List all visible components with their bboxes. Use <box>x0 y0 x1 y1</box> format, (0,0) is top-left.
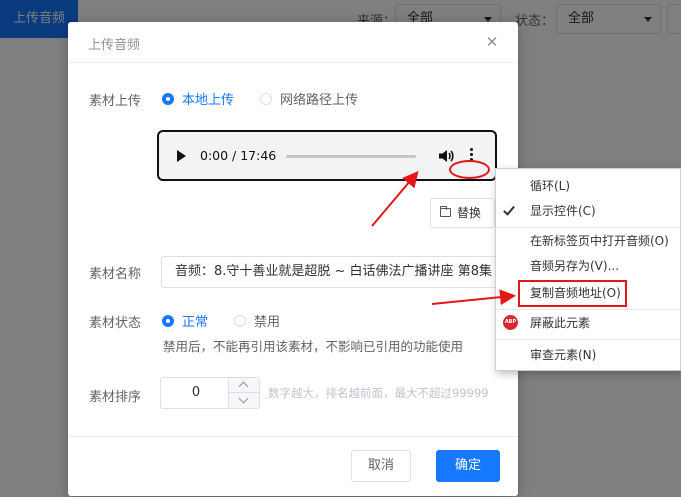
annotation-arrows <box>371 170 516 306</box>
annotation-arrow <box>431 289 516 306</box>
annotation-arrow <box>371 170 419 227</box>
